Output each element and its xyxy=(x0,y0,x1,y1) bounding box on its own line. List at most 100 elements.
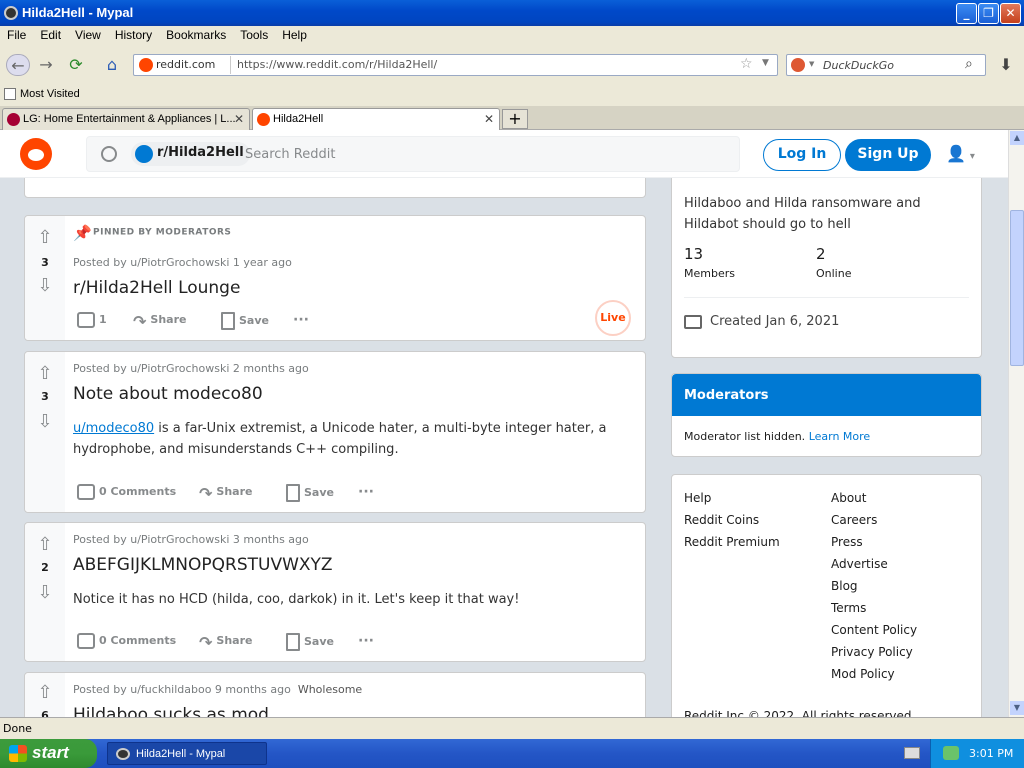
save-button[interactable]: Save xyxy=(286,484,334,502)
footer-link-content-policy[interactable]: Content Policy xyxy=(831,623,917,637)
bookmark-star-icon[interactable]: ☆ xyxy=(740,56,753,72)
post-card[interactable]: ⇧ 3 ⇩ 📌PINNED BY MODERATORS Posted by u/… xyxy=(24,215,646,341)
comments-button[interactable]: 0 Comments xyxy=(77,484,176,500)
more-options-icon[interactable]: ··· xyxy=(358,484,374,500)
system-tray: 3:01 PM xyxy=(930,739,1024,768)
downvote-icon[interactable]: ⇩ xyxy=(35,412,55,432)
maximize-button[interactable]: ❐ xyxy=(978,3,999,24)
search-engine-dropdown-icon[interactable]: ▼ xyxy=(809,60,814,68)
upvote-icon[interactable]: ⇧ xyxy=(35,683,55,703)
upvote-icon[interactable]: ⇧ xyxy=(35,535,55,555)
footer-link-privacy-policy[interactable]: Privacy Policy xyxy=(831,645,913,659)
most-visited-bookmark[interactable]: Most Visited xyxy=(4,88,80,101)
window-title: Hilda2Hell - Mypal xyxy=(22,5,134,20)
taskbar-item-mypal[interactable]: Hilda2Hell - Mypal xyxy=(107,742,267,765)
vote-column: ⇧ 2 ⇩ xyxy=(25,523,65,661)
subreddit-chip[interactable]: r/Hilda2Hell xyxy=(131,142,250,166)
comments-button[interactable]: 1 xyxy=(77,312,107,328)
save-button[interactable]: Save xyxy=(221,312,269,330)
upvote-icon[interactable]: ⇧ xyxy=(35,364,55,384)
footer-link-press[interactable]: Press xyxy=(831,535,863,549)
comments-button[interactable]: 0 Comments xyxy=(77,633,176,649)
more-options-icon[interactable]: ··· xyxy=(358,633,374,649)
post-card[interactable]: ⇧ 6 Posted by u/fuckhildaboo 9 months ag… xyxy=(24,672,646,717)
reddit-logo-icon[interactable] xyxy=(20,138,52,170)
close-button[interactable]: ✕ xyxy=(1000,3,1021,24)
tab-close-icon[interactable]: ✕ xyxy=(234,112,244,126)
reddit-search-bar[interactable]: r/Hilda2Hell Search Reddit xyxy=(86,136,740,172)
url-text[interactable]: https://www.reddit.com/r/Hilda2Hell/ xyxy=(237,58,437,71)
post-meta: Posted by u/PiotrGrochowski 2 months ago xyxy=(73,362,309,375)
downvote-icon[interactable]: ⇩ xyxy=(35,583,55,603)
network-icon[interactable] xyxy=(943,746,959,760)
tab-hilda2hell[interactable]: Hilda2Hell ✕ xyxy=(252,108,500,130)
reload-icon[interactable]: ⟳ xyxy=(64,54,88,76)
cake-icon xyxy=(684,314,702,329)
user-menu-button[interactable]: 👤 ▾ xyxy=(946,144,986,164)
footer-link-blog[interactable]: Blog xyxy=(831,579,858,593)
footer-link-advertise[interactable]: Advertise xyxy=(831,557,888,571)
login-button[interactable]: Log In xyxy=(763,139,841,171)
menu-view[interactable]: View xyxy=(68,26,108,42)
search-bar[interactable]: ▼ DuckDuckGo ⌕ xyxy=(786,54,986,76)
menu-edit[interactable]: Edit xyxy=(33,26,68,42)
live-badge[interactable]: Live xyxy=(595,300,631,336)
moderators-heading: Moderators xyxy=(672,374,981,416)
scroll-up-icon[interactable]: ▲ xyxy=(1010,131,1024,145)
search-icon[interactable]: ⌕ xyxy=(965,56,973,72)
downvote-icon[interactable]: ⇩ xyxy=(35,276,55,296)
duckduckgo-icon[interactable] xyxy=(791,58,805,72)
site-identity[interactable]: reddit.com xyxy=(136,56,231,74)
post-card[interactable]: ⇧ 3 ⇩ Posted by u/PiotrGrochowski 2 mont… xyxy=(24,351,646,513)
footer-link-help[interactable]: Help xyxy=(684,491,711,505)
learn-more-link[interactable]: Learn More xyxy=(809,430,871,443)
back-icon[interactable]: ← xyxy=(6,54,30,76)
url-dropdown-icon[interactable]: ▼ xyxy=(762,58,769,68)
more-options-icon[interactable]: ··· xyxy=(293,312,309,328)
user-link[interactable]: u/modeco80 xyxy=(73,421,154,436)
footer-link-reddit-premium[interactable]: Reddit Premium xyxy=(684,535,780,549)
vote-count: 3 xyxy=(41,256,49,269)
tab-close-icon[interactable]: ✕ xyxy=(484,112,494,126)
scroll-down-icon[interactable]: ▼ xyxy=(1010,701,1024,715)
save-button[interactable]: Save xyxy=(286,633,334,651)
online-label: Online xyxy=(816,267,852,280)
menu-help[interactable]: Help xyxy=(275,26,314,42)
start-button[interactable]: start xyxy=(0,739,97,768)
share-button[interactable]: ↷ Share xyxy=(133,312,186,331)
clock[interactable]: 3:01 PM xyxy=(969,747,1013,760)
footer-link-careers[interactable]: Careers xyxy=(831,513,877,527)
upvote-icon[interactable]: ⇧ xyxy=(35,228,55,248)
forward-icon[interactable]: → xyxy=(34,54,58,76)
vertical-scrollbar[interactable]: ▲ ▼ xyxy=(1008,130,1024,717)
post-title[interactable]: r/Hilda2Hell Lounge xyxy=(73,278,240,298)
reddit-header: r/Hilda2Hell Search Reddit Log In Sign U… xyxy=(0,130,1008,178)
post-card[interactable]: ⇧ 2 ⇩ Posted by u/PiotrGrochowski 3 mont… xyxy=(24,522,646,662)
new-tab-button[interactable]: + xyxy=(502,109,528,129)
scroll-thumb[interactable] xyxy=(1010,210,1024,366)
vote-count: 6 xyxy=(41,709,49,717)
share-button[interactable]: ↷ Share xyxy=(199,633,252,652)
url-bar[interactable]: reddit.com https://www.reddit.com/r/Hild… xyxy=(133,54,778,76)
vote-count: 3 xyxy=(41,390,49,403)
post-flair[interactable]: Wholesome xyxy=(298,683,362,696)
menu-history[interactable]: History xyxy=(108,26,159,42)
tab-lg[interactable]: LG: Home Entertainment & Appliances | L.… xyxy=(2,108,250,130)
post-title[interactable]: Hildaboo sucks as mod xyxy=(73,705,269,717)
share-button[interactable]: ↷ Share xyxy=(199,484,252,503)
windows-logo-icon xyxy=(9,745,27,762)
menu-file[interactable]: File xyxy=(0,26,33,42)
menu-bookmarks[interactable]: Bookmarks xyxy=(159,26,233,42)
footer-link-reddit-coins[interactable]: Reddit Coins xyxy=(684,513,759,527)
menu-tools[interactable]: Tools xyxy=(233,26,275,42)
footer-link-mod-policy[interactable]: Mod Policy xyxy=(831,667,895,681)
download-icon[interactable]: ⬇ xyxy=(994,54,1018,76)
post-title[interactable]: Note about modeco80 xyxy=(73,384,263,404)
minimize-button[interactable]: _ xyxy=(956,3,977,24)
keyboard-icon[interactable] xyxy=(904,747,920,759)
signup-button[interactable]: Sign Up xyxy=(845,139,931,171)
footer-link-terms[interactable]: Terms xyxy=(831,601,866,615)
home-icon[interactable]: ⌂ xyxy=(100,54,124,76)
post-title[interactable]: ABEFGIJKLMNOPQRSTUVWXYZ xyxy=(73,555,333,575)
footer-link-about[interactable]: About xyxy=(831,491,866,505)
